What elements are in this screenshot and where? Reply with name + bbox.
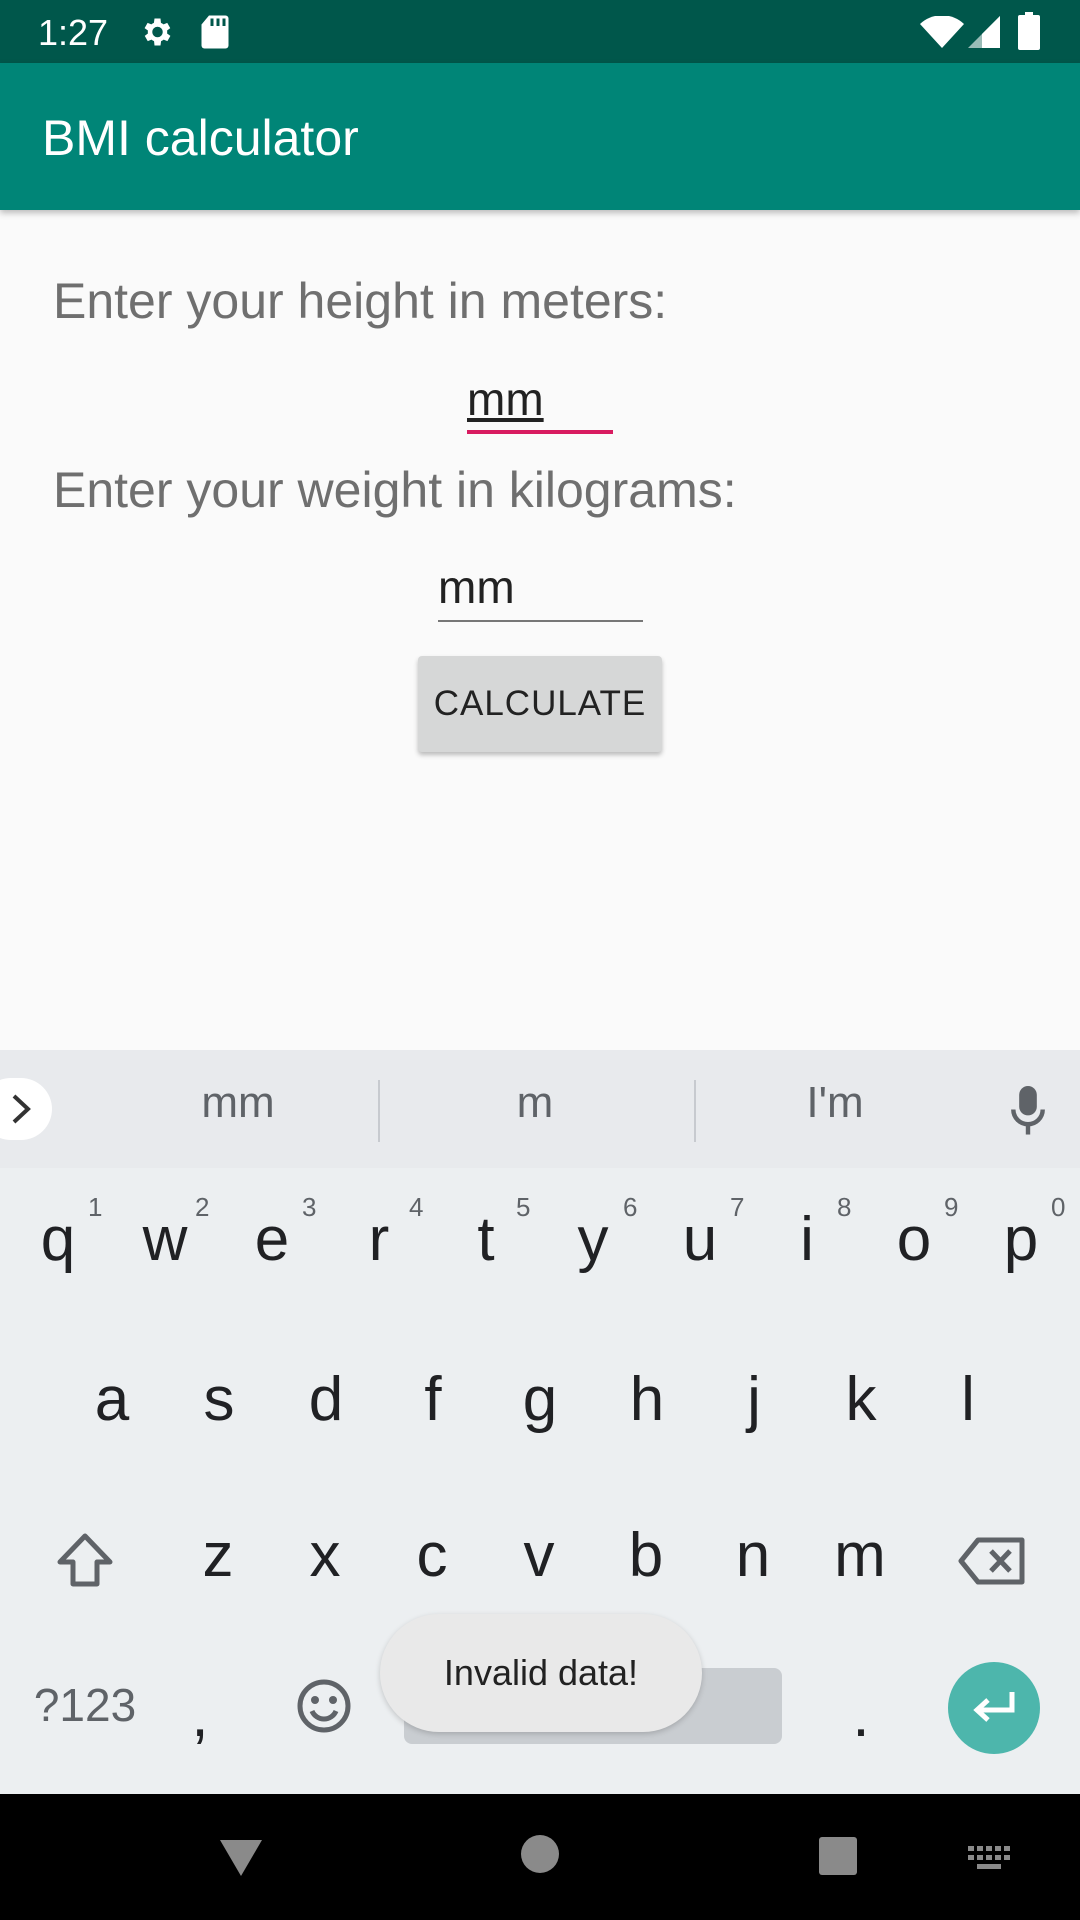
key-b[interactable]: b — [602, 1520, 690, 1591]
key-v[interactable]: v — [495, 1520, 583, 1591]
battery-icon — [1018, 12, 1040, 55]
app-bar: BMI calculator — [0, 63, 1080, 210]
key-h[interactable]: h — [603, 1364, 691, 1435]
back-icon[interactable] — [218, 1838, 264, 1883]
keyboard-switch-icon[interactable] — [968, 1846, 1010, 1875]
enter-icon — [973, 1692, 1015, 1722]
suggestion-strip: mm m I'm — [0, 1050, 1080, 1168]
height-input-value: mm — [467, 373, 544, 425]
key-n[interactable]: n — [709, 1520, 797, 1591]
status-time: 1:27 — [38, 12, 109, 53]
chevron-right-icon — [12, 1094, 31, 1124]
weight-label: Enter your weight in kilograms: — [53, 462, 737, 518]
comma-key[interactable]: , — [175, 1680, 225, 1751]
suggestion-3[interactable]: I'm — [735, 1078, 935, 1128]
key-l[interactable]: l — [924, 1364, 1012, 1435]
key-k[interactable]: k — [817, 1364, 905, 1435]
period-key[interactable]: . — [836, 1680, 886, 1751]
status-bar: 1:27 — [0, 0, 1080, 63]
key-m[interactable]: m — [816, 1520, 904, 1591]
suggestion-divider — [378, 1080, 380, 1142]
suggestion-1[interactable]: mm — [138, 1078, 338, 1128]
key-z[interactable]: z — [174, 1520, 262, 1591]
key-f[interactable]: f — [389, 1364, 477, 1435]
app-title: BMI calculator — [42, 110, 359, 166]
height-input[interactable]: mm — [467, 364, 613, 434]
weight-input-underline — [438, 620, 643, 622]
shift-icon[interactable] — [54, 1532, 116, 1593]
weight-input-value: mm — [438, 561, 515, 613]
microphone-icon[interactable] — [1010, 1086, 1046, 1141]
backspace-icon[interactable] — [958, 1536, 1028, 1591]
weight-input[interactable]: mm — [438, 552, 643, 622]
key-hint-7: 7 — [730, 1192, 745, 1222]
key-c[interactable]: c — [388, 1520, 476, 1591]
navigation-bar — [0, 1794, 1080, 1920]
key-a[interactable]: a — [68, 1364, 156, 1435]
key-hint-0: 0 — [1051, 1192, 1066, 1222]
sd-card-icon — [200, 14, 230, 55]
key-hint-5: 5 — [516, 1192, 531, 1222]
key-hint-6: 6 — [623, 1192, 638, 1222]
key-hint-3: 3 — [302, 1192, 317, 1222]
calculate-button[interactable]: CALCULATE — [418, 656, 662, 752]
key-hint-9: 9 — [944, 1192, 959, 1222]
key-j[interactable]: j — [710, 1364, 798, 1435]
gear-icon — [138, 14, 174, 55]
toast-message: Invalid data! — [380, 1614, 702, 1732]
symbols-key[interactable]: ?123 — [28, 1678, 142, 1732]
expand-suggestions-button[interactable] — [0, 1078, 52, 1140]
home-icon[interactable] — [520, 1834, 560, 1879]
key-hint-8: 8 — [837, 1192, 852, 1222]
key-hint-1: 1 — [88, 1192, 103, 1222]
suggestion-2[interactable]: m — [435, 1078, 635, 1128]
height-input-underline — [467, 430, 613, 434]
signal-icon — [968, 16, 1000, 53]
emoji-icon[interactable] — [296, 1678, 352, 1739]
wifi-icon — [920, 15, 964, 53]
recents-icon[interactable] — [818, 1836, 858, 1881]
key-s[interactable]: s — [175, 1364, 263, 1435]
key-x[interactable]: x — [281, 1520, 369, 1591]
enter-button[interactable] — [948, 1662, 1040, 1754]
height-label: Enter your height in meters: — [53, 273, 668, 329]
key-hint-2: 2 — [195, 1192, 210, 1222]
key-d[interactable]: d — [282, 1364, 370, 1435]
key-hint-4: 4 — [409, 1192, 424, 1222]
suggestion-divider — [694, 1080, 696, 1142]
key-g[interactable]: g — [496, 1364, 584, 1435]
